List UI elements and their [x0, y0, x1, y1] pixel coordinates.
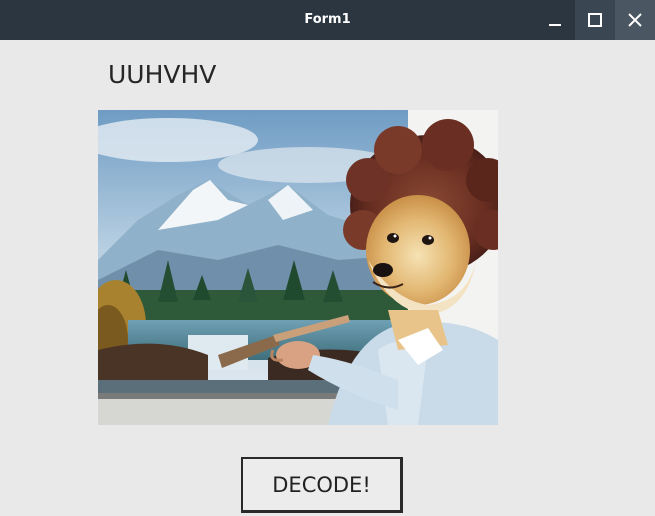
- close-icon: [628, 13, 642, 27]
- encoded-text: UUHVHV: [108, 60, 217, 89]
- picture-box: [98, 110, 498, 425]
- encoded-text-label: UUHVHV: [108, 60, 216, 89]
- form-window: Form1 UUHVHV DECODE!: [0, 0, 655, 516]
- form-client-area: UUHVHV DECODE!: [0, 40, 655, 516]
- minimize-button[interactable]: [535, 0, 575, 40]
- maximize-icon: [588, 13, 602, 27]
- title-bar[interactable]: Form1: [0, 0, 655, 40]
- close-button[interactable]: [615, 0, 655, 40]
- decode-button[interactable]: DECODE!: [241, 457, 403, 513]
- minimize-icon: [549, 24, 561, 26]
- maximize-button[interactable]: [575, 0, 615, 40]
- painter-dog-image: [98, 110, 498, 425]
